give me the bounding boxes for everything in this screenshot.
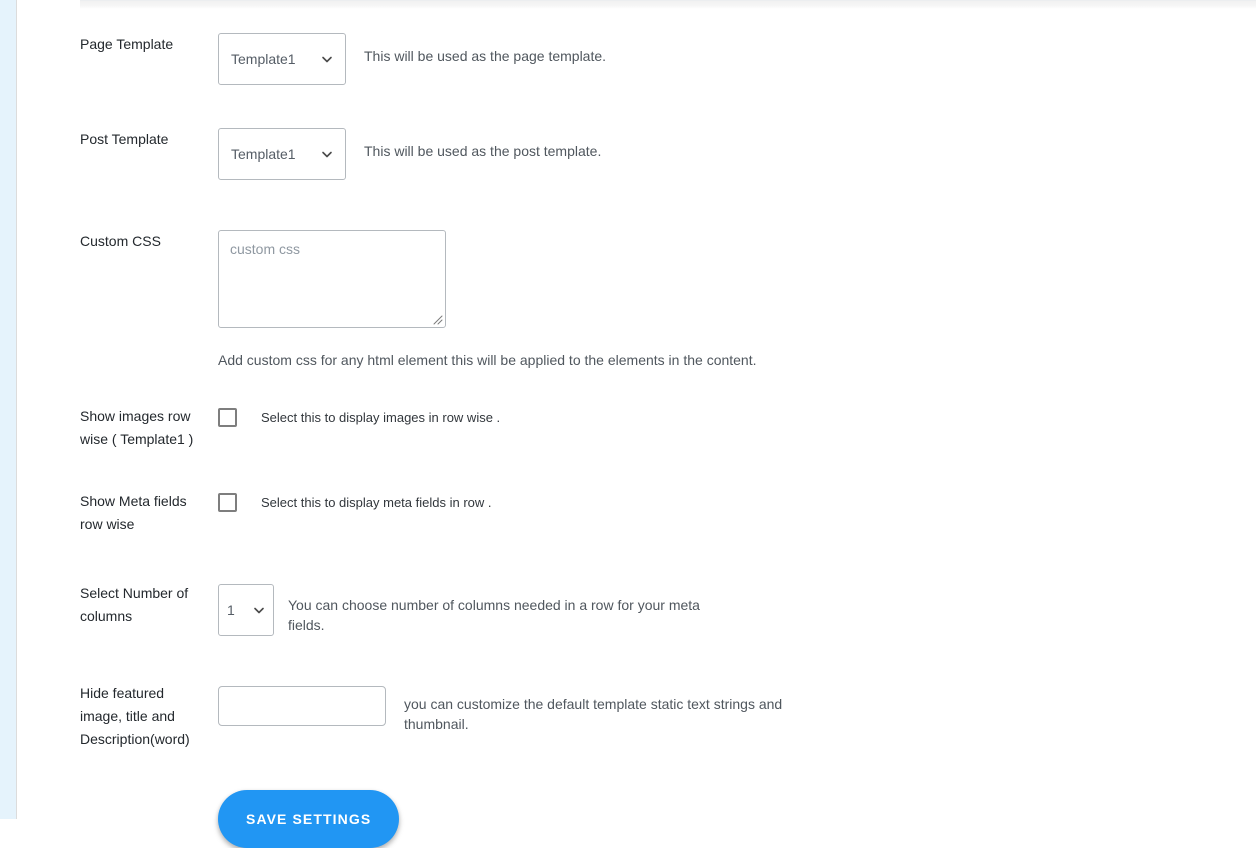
post-template-select-value: Template1 (231, 146, 296, 162)
custom-css-helper: Add custom css for any html element this… (218, 352, 757, 368)
left-rail (0, 0, 17, 819)
chevron-down-icon (321, 148, 333, 160)
settings-form: Page Template Template1 This will be use… (18, 33, 1256, 848)
show-images-row-wise-label: Select this to display images in row wis… (261, 410, 501, 425)
field-submit: SAVE SETTINGS (218, 790, 1256, 848)
label-page-template: Page Template (80, 36, 174, 52)
field-post-template: Template1 This will be used as the post … (218, 128, 1256, 180)
chevron-down-icon (253, 604, 265, 616)
form-row-show-meta-fields-row-wise: Show Meta fields row wise Select this to… (18, 490, 1256, 536)
number-of-columns-description: You can choose number of columns needed … (288, 597, 700, 633)
field-custom-css: custom css Add custom css for any html e… (218, 230, 1256, 370)
label-hide-featured-image: Hide featured image, title and Descripti… (80, 685, 190, 747)
page-template-select-value: Template1 (231, 51, 296, 67)
page-template-description: This will be used as the page template. (364, 48, 607, 64)
resize-grip-icon[interactable] (430, 312, 444, 326)
field-hide-featured-image: you can customize the default template s… (218, 682, 1256, 734)
custom-css-textarea[interactable]: custom css (218, 230, 446, 328)
field-show-images-row-wise: Select this to display images in row wis… (218, 405, 1256, 427)
post-template-description: This will be used as the post template. (364, 143, 602, 159)
label-custom-css: Custom CSS (80, 233, 161, 249)
show-images-row-wise-checkbox[interactable] (218, 408, 237, 427)
form-row-hide-featured-image: Hide featured image, title and Descripti… (18, 682, 1256, 751)
form-row-page-template: Page Template Template1 This will be use… (18, 33, 1256, 85)
field-page-template: Template1 This will be used as the page … (218, 33, 1256, 85)
settings-page: Page Template Template1 This will be use… (18, 9, 1256, 848)
label-post-template: Post Template (80, 131, 169, 147)
form-row-show-images-row-wise: Show images row wise ( Template1 ) Selec… (18, 405, 1256, 451)
show-meta-fields-row-wise-checkbox[interactable] (218, 493, 237, 512)
hide-featured-image-input[interactable] (218, 686, 386, 726)
number-of-columns-select-value: 1 (227, 602, 235, 618)
post-template-select[interactable]: Template1 (218, 128, 346, 180)
custom-css-placeholder: custom css (230, 241, 301, 257)
label-show-images-row-wise: Show images row wise ( Template1 ) (80, 408, 194, 447)
label-number-of-columns: Select Number of columns (80, 585, 189, 624)
hide-featured-image-description: you can customize the default template s… (404, 696, 783, 732)
chevron-down-icon (321, 53, 333, 65)
top-divider-strip (80, 0, 1256, 9)
field-show-meta-fields-row-wise: Select this to display meta fields in ro… (218, 490, 1256, 512)
form-row-number-of-columns: Select Number of columns 1 You can choos… (18, 582, 1256, 636)
number-of-columns-select[interactable]: 1 (218, 584, 274, 636)
label-show-meta-fields-row-wise: Show Meta fields row wise (80, 493, 187, 532)
field-number-of-columns: 1 You can choose number of columns neede… (218, 582, 1256, 636)
form-row-post-template: Post Template Template1 This will be use… (18, 128, 1256, 180)
save-settings-button[interactable]: SAVE SETTINGS (218, 790, 400, 848)
page-template-select[interactable]: Template1 (218, 33, 346, 85)
show-meta-fields-row-wise-label: Select this to display meta fields in ro… (261, 495, 492, 510)
form-row-custom-css: Custom CSS custom css Add custom css for… (18, 230, 1256, 370)
form-row-submit: SAVE SETTINGS (18, 790, 1256, 848)
